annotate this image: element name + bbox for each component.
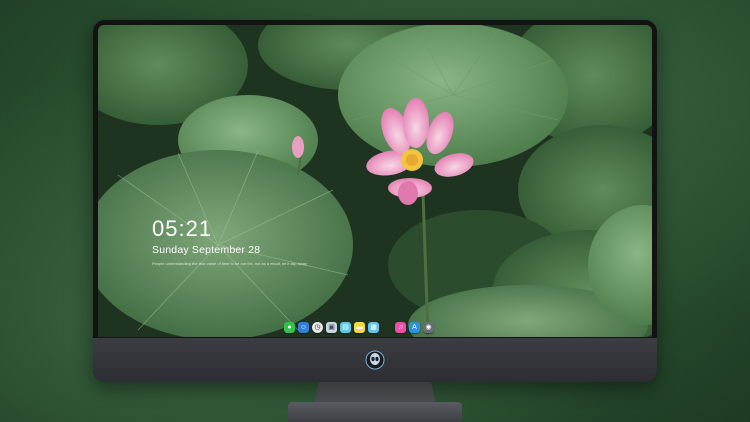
messages-icon[interactable]: ● (284, 321, 295, 333)
notes-icon[interactable]: ▬ (354, 321, 365, 333)
camera-icon[interactable]: ◉ (423, 321, 434, 333)
lock-date: Sunday September 28 (152, 244, 261, 256)
imac-monitor: 05:21 Sunday September 28 People underst… (93, 20, 657, 382)
monitor-stand-base (288, 402, 462, 422)
claquette-icon[interactable]: ▤ (340, 321, 351, 333)
dock: ● ☺ ◷ ▣ ▤ ▬ ▦ ♫ A ◉ (284, 320, 434, 334)
monitor-stand-neck (314, 382, 436, 404)
photos-icon[interactable]: ▦ (368, 321, 379, 333)
lotus-wallpaper (98, 25, 652, 337)
clock-icon[interactable]: ◷ (312, 321, 323, 333)
preview-icon[interactable]: ▣ (326, 321, 337, 333)
monitor-chin (93, 338, 657, 382)
lock-quote: People understanding the true value of t… (152, 261, 307, 266)
desktop-screen: 05:21 Sunday September 28 People underst… (98, 25, 652, 337)
alien-logo-icon (365, 350, 385, 370)
dock-separator (382, 322, 392, 333)
lock-clock: 05:21 (152, 216, 213, 241)
app-store-icon[interactable]: A (409, 321, 420, 333)
itunes-icon[interactable]: ♫ (395, 321, 406, 333)
finder-icon[interactable]: ☺ (298, 321, 309, 333)
